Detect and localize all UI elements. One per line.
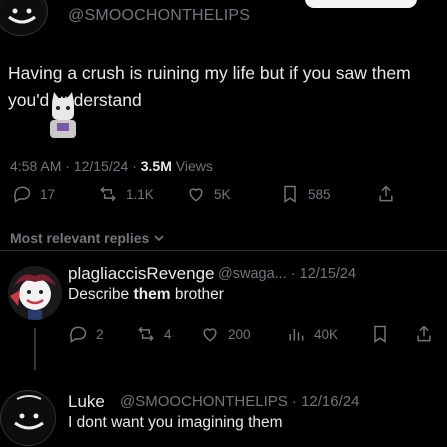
reply-view-count: 40K <box>314 326 339 342</box>
like-button[interactable]: 5K <box>186 184 231 204</box>
reply-text: Describe them brother <box>68 286 224 304</box>
reply-like-button[interactable]: 200 <box>200 324 251 344</box>
share-icon <box>417 325 431 342</box>
reply-avatar[interactable] <box>8 266 62 320</box>
heart-icon <box>189 188 203 202</box>
like-count: 5K <box>214 186 231 202</box>
reply-avatar[interactable] <box>0 390 56 446</box>
reply-sort-label: Most relevant replies <box>10 230 150 246</box>
views-label: Views <box>171 158 213 174</box>
repost-icon <box>100 186 116 202</box>
reply-button[interactable]: 17 <box>12 184 55 204</box>
reply-author-name[interactable]: plagliaccisRevenge <box>68 264 214 284</box>
chevron-down-icon <box>154 235 164 242</box>
follow-button[interactable] <box>305 0 417 8</box>
reply-repost-count: 4 <box>164 326 172 342</box>
reply-sort-dropdown[interactable]: Most relevant replies <box>10 230 165 246</box>
author-avatar[interactable] <box>0 0 48 36</box>
heart-icon <box>203 328 217 342</box>
author-handle[interactable]: @SMOOCHONTHELIPS <box>68 7 250 25</box>
reply-text-suffix: brother <box>170 286 224 303</box>
share-icon <box>379 185 393 202</box>
cat-sticker-image <box>40 92 86 140</box>
reply-author-handle[interactable]: @swaga... · 12/15/24 <box>218 266 356 282</box>
avatar-face-icon <box>2 392 55 445</box>
reply-count: 17 <box>40 186 56 202</box>
reply-repost-button[interactable]: 4 <box>136 324 172 344</box>
reply-text: I dont want you imagining them <box>68 414 283 431</box>
reply-bookmark-button[interactable] <box>370 324 390 344</box>
divider <box>0 250 447 251</box>
bookmark-icon <box>284 185 296 203</box>
clown-avatar-icon <box>8 266 62 320</box>
post-time-date: 4:58 AM · 12/15/24 · <box>10 158 141 174</box>
reply-views-button[interactable]: 40K <box>286 324 338 344</box>
bookmark-button[interactable]: 585 <box>280 184 331 204</box>
reply-text-bold: them <box>133 286 171 303</box>
bookmark-icon <box>374 325 386 343</box>
reply-icon <box>70 326 87 343</box>
reply-share-button[interactable] <box>414 324 434 344</box>
post-action-bar: 17 1.1K 5K 585 <box>0 176 447 212</box>
reply-text-prefix: Describe <box>68 286 134 303</box>
reply-icon <box>14 186 31 203</box>
bookmark-count: 585 <box>308 186 331 202</box>
reply-reply-count: 2 <box>96 326 104 342</box>
reply-like-count: 200 <box>228 326 251 342</box>
repost-count: 1.1K <box>126 186 154 202</box>
avatar-face-icon <box>0 0 44 35</box>
share-button[interactable] <box>376 184 396 204</box>
repost-icon <box>138 326 154 342</box>
reply-author-name[interactable]: Luke <box>68 392 105 412</box>
reply-author-handle[interactable]: @SMOOCHONTHELIPS · 12/16/24 <box>120 393 359 410</box>
analytics-icon <box>289 329 304 341</box>
post-timestamp-views: 4:58 AM · 12/15/24 · 3.5M Views <box>10 158 213 174</box>
thread-line <box>34 328 36 370</box>
reply-reply-button[interactable]: 2 <box>68 324 104 344</box>
repost-button[interactable]: 1.1K <box>98 184 154 204</box>
view-count: 3.5M <box>140 158 172 174</box>
